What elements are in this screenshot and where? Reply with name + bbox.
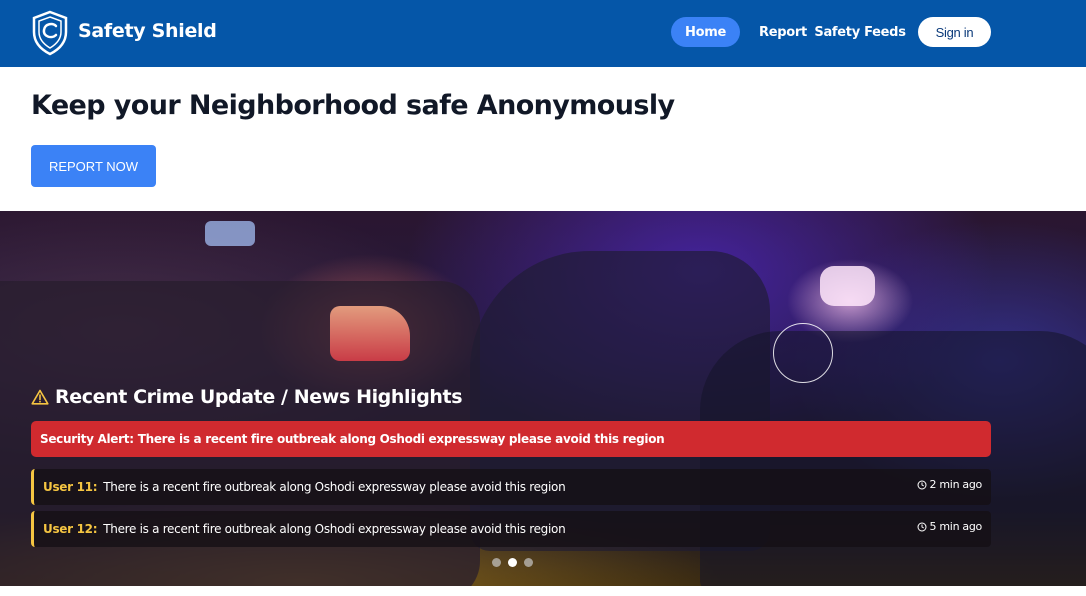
carousel-dot-1[interactable]: [492, 558, 501, 567]
sign-in-button[interactable]: Sign in: [918, 17, 991, 47]
feed-item[interactable]: User 12: There is a recent fire outbreak…: [31, 511, 991, 547]
nav-report[interactable]: Report: [758, 17, 808, 47]
clock-icon: [917, 480, 926, 489]
brand-name[interactable]: Safety Shield: [78, 20, 217, 42]
updates-title-text: Recent Crime Update / News Highlights: [55, 386, 463, 408]
loading-spinner: [773, 323, 833, 383]
nav-home[interactable]: Home: [671, 17, 740, 47]
background-light: [330, 306, 410, 361]
feed-text: There is a recent fire outbreak along Os…: [103, 522, 566, 536]
alert-prefix: Security Alert:: [40, 432, 134, 446]
top-navbar: Safety Shield Home Report Safety Feeds S…: [0, 0, 1086, 67]
background-light: [820, 266, 875, 306]
feed-time: 5 min ago: [917, 520, 983, 533]
carousel-dots: [492, 558, 533, 567]
feed-user: User 12:: [43, 522, 98, 536]
background-car-shape: [700, 331, 1086, 586]
feed-item[interactable]: User 11: There is a recent fire outbreak…: [31, 469, 991, 505]
news-carousel: Recent Crime Update / News Highlights Se…: [0, 211, 1086, 586]
shield-icon[interactable]: [30, 10, 70, 56]
feed-text: There is a recent fire outbreak along Os…: [103, 480, 566, 494]
report-now-button[interactable]: REPORT NOW: [31, 145, 156, 187]
warning-triangle-icon: [31, 389, 49, 405]
feed-time: 2 min ago: [917, 478, 983, 491]
feed-user: User 11:: [43, 480, 98, 494]
nav-safety-feeds[interactable]: Safety Feeds: [814, 17, 906, 47]
carousel-dot-2[interactable]: [508, 558, 517, 567]
feed-time-text: 5 min ago: [929, 520, 983, 533]
background-light: [205, 221, 255, 246]
feed-time-text: 2 min ago: [929, 478, 983, 491]
alert-text: There is a recent fire outbreak along Os…: [137, 432, 665, 446]
updates-title: Recent Crime Update / News Highlights: [31, 386, 463, 408]
carousel-dot-3[interactable]: [524, 558, 533, 567]
clock-icon: [917, 522, 926, 531]
security-alert[interactable]: Security Alert: There is a recent fire o…: [31, 421, 991, 457]
hero-title: Keep your Neighborhood safe Anonymously: [31, 90, 675, 121]
